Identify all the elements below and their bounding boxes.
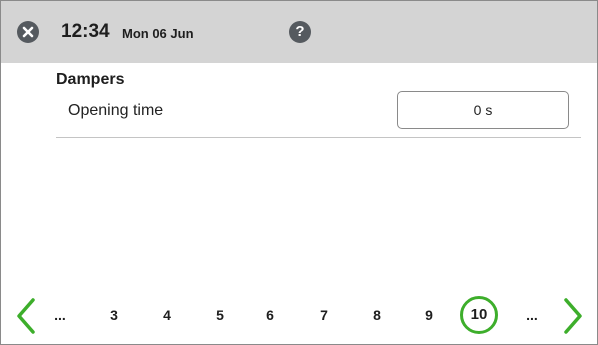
header-bar: 12:34 Mon 06 Jun ? <box>1 1 597 63</box>
page-5[interactable]: 5 <box>205 301 235 329</box>
page-ellipsis-left[interactable]: ... <box>45 301 75 329</box>
chevron-right-icon <box>564 298 582 334</box>
next-page-button[interactable] <box>562 296 584 336</box>
page-ellipsis-right[interactable]: ... <box>517 301 547 329</box>
page-8[interactable]: 8 <box>362 301 392 329</box>
clock-time: 12:34 <box>61 21 110 42</box>
page-7[interactable]: 7 <box>309 301 339 329</box>
page-9[interactable]: 9 <box>414 301 444 329</box>
section-title: Dampers <box>56 71 125 88</box>
screen: 12:34 Mon 06 Jun ? Dampers Opening time … <box>0 0 598 345</box>
clock-date: Mon 06 Jun <box>122 26 194 41</box>
close-button[interactable] <box>17 21 39 43</box>
previous-page-button[interactable] <box>15 296 37 336</box>
row-divider <box>56 137 581 138</box>
close-icon <box>22 26 34 38</box>
page-4[interactable]: 4 <box>152 301 182 329</box>
help-button[interactable]: ? <box>289 21 311 43</box>
help-icon: ? <box>295 23 305 40</box>
opening-time-label: Opening time <box>68 102 164 119</box>
page-3[interactable]: 3 <box>99 301 129 329</box>
page-6[interactable]: 6 <box>255 301 285 329</box>
chevron-left-icon <box>17 298 35 334</box>
opening-time-value-field[interactable]: 0 s <box>397 91 569 129</box>
page-10-current[interactable]: 10 <box>460 296 498 334</box>
